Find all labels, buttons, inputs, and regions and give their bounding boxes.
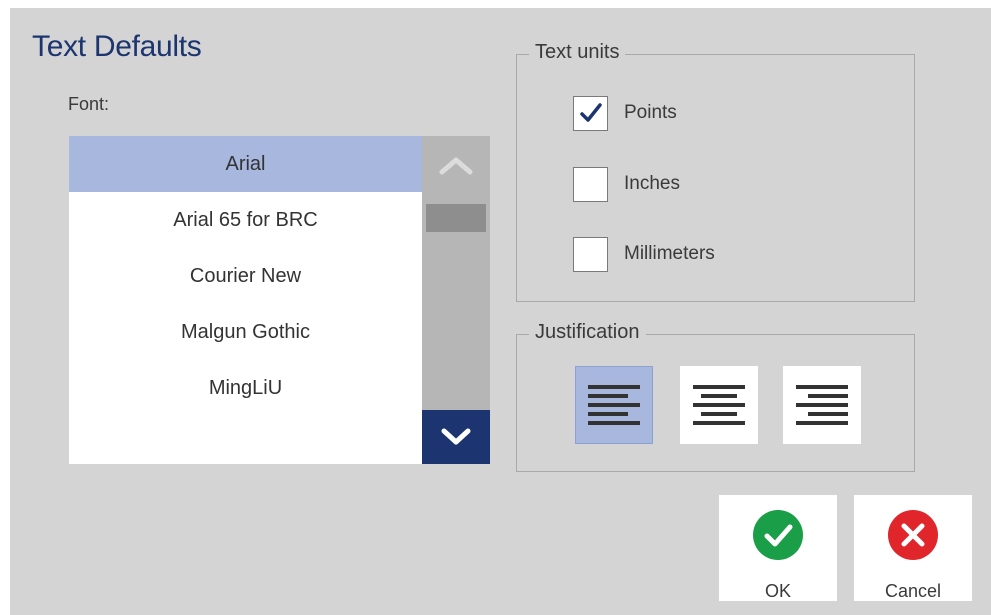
inches-label: Inches [624,173,680,194]
checkmark-icon [579,103,602,122]
font-item-mingliu[interactable]: MingLiU [69,360,422,416]
unit-option-points[interactable]: Points [573,95,677,131]
close-icon [888,510,938,560]
align-center-button[interactable] [680,366,758,444]
justification-legend: Justification [529,321,646,344]
justification-group: Justification [516,321,915,472]
millimeters-checkbox[interactable] [573,236,608,272]
chevron-up-icon [439,157,473,175]
checkmark-icon [753,510,803,560]
chevron-down-icon [441,428,471,445]
dialog-title: Text Defaults [32,30,202,63]
align-right-button[interactable] [783,366,861,444]
scroll-down-button[interactable] [422,410,490,464]
text-units-legend: Text units [529,41,626,64]
font-list[interactable]: Arial Arial 65 for BRC Courier New Malgu… [69,136,422,464]
font-label: Font: [68,94,110,114]
ok-label: OK [764,581,791,601]
unit-option-inches[interactable]: Inches [573,166,680,202]
text-defaults-dialog: Text Defaults Font: Arial Arial 65 for B… [10,8,991,615]
font-item-malgun-gothic[interactable]: Malgun Gothic [69,304,422,360]
points-checkbox[interactable] [573,95,608,131]
align-left-button[interactable] [575,366,653,444]
align-left-icon [588,385,640,425]
scroll-thumb[interactable] [426,204,486,232]
millimeters-label: Millimeters [624,243,715,264]
scroll-up-button[interactable] [422,136,490,194]
font-item-courier-new[interactable]: Courier New [69,248,422,304]
font-item-arial-65-for-brc[interactable]: Arial 65 for BRC [69,192,422,248]
align-right-icon [796,385,848,425]
font-item-arial[interactable]: Arial [69,136,422,192]
align-center-icon [693,385,745,425]
text-units-group: Text units Points Inches Millimeters [516,41,915,302]
points-label: Points [624,102,677,123]
unit-option-millimeters[interactable]: Millimeters [573,236,715,272]
cancel-label: Cancel [884,581,942,601]
inches-checkbox[interactable] [573,166,608,202]
font-list-scrollbar[interactable] [422,136,490,464]
ok-button[interactable]: OK [719,495,837,601]
cancel-button[interactable]: Cancel [854,495,972,601]
